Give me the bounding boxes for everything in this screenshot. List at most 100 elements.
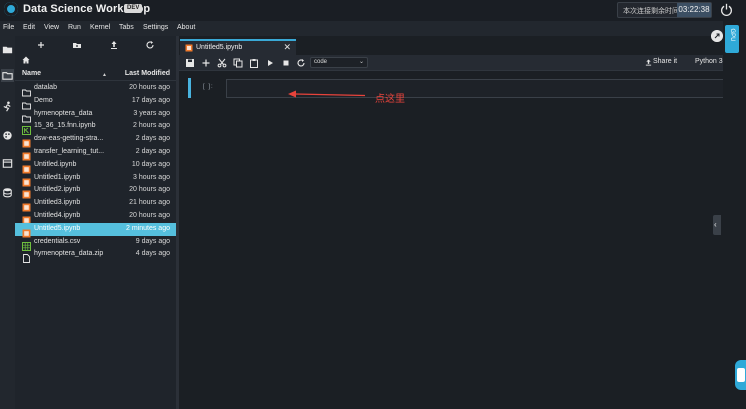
menu-bar: File Edit View Run Kernel Tabs Settings …	[0, 21, 746, 36]
annotation-arrow	[288, 90, 366, 98]
cut-icon[interactable]	[217, 58, 227, 68]
file-icon	[22, 250, 31, 264]
folder-icon[interactable]	[1, 43, 14, 56]
share-button[interactable]: Share it	[653, 58, 677, 65]
file-list-item[interactable]: Untitled4.ipynb 20 hours ago	[15, 210, 176, 225]
cell-prompt: [ ]:	[203, 84, 214, 90]
menu-file[interactable]: File	[3, 24, 14, 31]
notebook-icon	[22, 174, 31, 187]
refresh-icon[interactable]	[145, 40, 155, 50]
insert-cell-icon[interactable]	[201, 58, 211, 68]
paste-icon[interactable]	[249, 58, 259, 68]
sort-ascending-icon[interactable]: ▲	[102, 72, 107, 78]
file-modified: 20 hours ago	[129, 186, 170, 194]
tabs-icon[interactable]	[1, 157, 14, 170]
running-icon[interactable]	[1, 100, 14, 113]
upload-icon[interactable]	[109, 40, 119, 50]
file-list-item[interactable]: 15_36_15.fnn.ipynb 2 hours ago	[15, 120, 176, 136]
file-name: Untitled2.ipynb	[34, 186, 81, 194]
new-launcher-icon[interactable]	[36, 40, 46, 50]
file-modified: 2 hours ago	[133, 122, 170, 130]
notebook-toolbar: code ⌄ Share it Python 3	[179, 55, 723, 71]
file-list-item[interactable]: Untitled1.ipynb 3 hours ago	[15, 172, 176, 187]
file-name: Untitled3.ipynb	[34, 199, 81, 207]
file-list: datalab 20 hours ago Demo 17 days ago hymeno…	[15, 82, 176, 264]
spreadsheet-icon	[22, 238, 31, 251]
file-modified: 2 minutes ago	[126, 224, 170, 232]
file-name: Untitled4.ipynb	[34, 211, 81, 219]
code-cell-input[interactable]: 点这里	[226, 79, 723, 105]
menu-tabs[interactable]: Tabs	[119, 24, 134, 31]
file-modified: 20 hours ago	[129, 211, 170, 219]
file-list-item[interactable]: credentials.csv 9 days ago	[15, 236, 176, 251]
chevron-down-icon: ⌄	[358, 59, 364, 65]
file-modified: 9 days ago	[135, 237, 170, 245]
file-list-item[interactable]: Untitled2.ipynb 20 hours ago	[15, 184, 176, 199]
notebook-icon	[22, 225, 31, 238]
right-sidebar	[723, 21, 746, 409]
notebook-icon	[22, 122, 31, 136]
notebook-icon	[22, 212, 31, 225]
menu-settings[interactable]: Settings	[143, 24, 168, 31]
file-name: dsw-eas-getting-stra...	[34, 135, 104, 143]
tab-untitled5[interactable]: Untitled5.ipynb ✕	[180, 39, 296, 55]
restart-icon[interactable]	[296, 58, 306, 68]
menu-kernel[interactable]: Kernel	[90, 24, 110, 31]
gpu-label: GPU	[729, 28, 735, 42]
palette-icon[interactable]	[1, 129, 14, 142]
file-list-item[interactable]: hymenoptera_data 3 years ago	[15, 108, 176, 123]
notebook-icon	[22, 161, 31, 174]
copy-icon[interactable]	[233, 58, 243, 68]
folder-icon	[22, 84, 31, 97]
session-timer: 本次连接剩余时间 03:22:38	[617, 2, 712, 18]
file-list-item[interactable]: Untitled3.ipynb 21 hours ago	[15, 197, 176, 212]
floating-assistant-widget[interactable]	[735, 360, 746, 390]
file-list-item[interactable]: Untitled.ipynb 10 days ago	[15, 159, 176, 174]
share-icon[interactable]	[645, 59, 652, 66]
menu-edit[interactable]: Edit	[23, 24, 35, 31]
assistant-icon	[737, 368, 745, 382]
file-browser: Name ▲ Last Modified datalab 20 hours ago…	[15, 36, 176, 409]
expand-icon[interactable]	[711, 30, 723, 42]
menu-about[interactable]: About	[177, 24, 195, 31]
home-icon[interactable]	[22, 56, 30, 64]
save-icon[interactable]	[185, 58, 195, 68]
new-folder-icon[interactable]	[72, 40, 82, 50]
notebook-icon	[22, 186, 31, 199]
menu-view[interactable]: View	[44, 24, 59, 31]
file-modified: 4 days ago	[135, 250, 170, 258]
file-modified: 17 days ago	[131, 96, 170, 104]
file-name: datalab	[34, 84, 57, 91]
stop-icon[interactable]	[281, 58, 291, 68]
file-list-item[interactable]: Demo 17 days ago	[15, 95, 176, 110]
run-icon[interactable]	[265, 58, 275, 68]
close-icon[interactable]: ✕	[283, 42, 291, 53]
open-folder-icon[interactable]	[1, 69, 14, 82]
file-list-header: Name ▲ Last Modified	[15, 69, 176, 81]
file-modified: 2 days ago	[135, 147, 170, 155]
file-list-item[interactable]: dsw-eas-getting-stra... 2 days ago	[15, 133, 176, 148]
file-list-item[interactable]: Untitled5.ipynb 2 minutes ago	[15, 222, 176, 238]
file-name: hymenoptera_data	[34, 109, 93, 117]
menu-run[interactable]: Run	[68, 24, 81, 31]
file-name: Untitled5.ipynb	[34, 224, 81, 232]
collapse-panel-button[interactable]: ‹	[713, 215, 721, 235]
gpu-panel-tab[interactable]: GPU	[725, 25, 739, 53]
column-name-header[interactable]: Name	[22, 70, 41, 77]
kernel-name[interactable]: Python 3	[695, 58, 723, 65]
cell-type-select[interactable]: code ⌄	[310, 57, 368, 68]
file-list-item[interactable]: hymenoptera_data.zip 4 days ago	[15, 248, 176, 264]
active-cell-marker	[188, 78, 191, 98]
file-list-item[interactable]: transfer_learning_tut... 2 days ago	[15, 146, 176, 161]
file-modified: 21 hours ago	[129, 199, 170, 207]
file-list-item[interactable]: datalab 20 hours ago	[15, 82, 176, 97]
database-icon[interactable]	[1, 186, 14, 199]
file-name: credentials.csv	[34, 237, 81, 245]
file-modified: 2 days ago	[135, 135, 170, 143]
env-badge: DEV	[124, 4, 143, 13]
power-icon[interactable]	[720, 3, 733, 16]
annotation-text: 点这里	[375, 94, 405, 105]
folder-icon	[22, 110, 31, 123]
notebook-icon	[185, 44, 193, 52]
column-modified-header[interactable]: Last Modified	[125, 70, 170, 77]
